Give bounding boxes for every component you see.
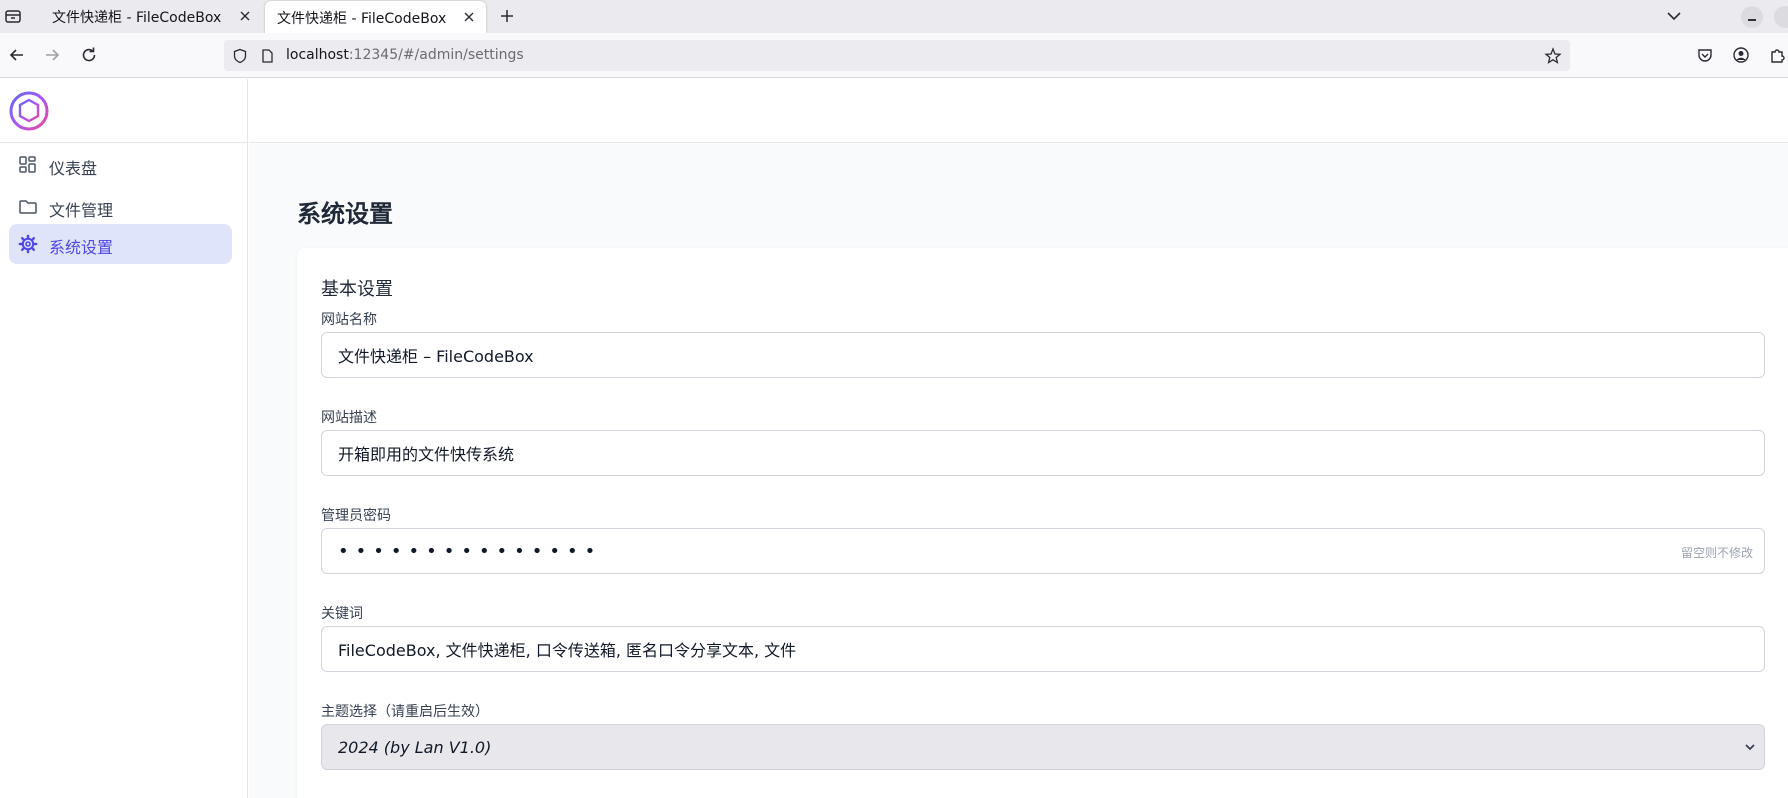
site-desc-input[interactable]: 开箱即用的文件快传系统 [321, 430, 1765, 476]
browser-nav-bar: localhost:12345/#/admin/settings [0, 33, 1788, 78]
settings-card: 基本设置 网站名称 文件快递柜 – FileCodeBox 网站描述 开箱即用的… [297, 248, 1788, 798]
password-mask: ••••••••••••••• [338, 540, 603, 562]
chevron-down-icon[interactable] [1666, 9, 1682, 23]
dashboard-icon [19, 156, 36, 173]
browser-tab-bar: 文件快递柜 - FileCodeBox 文件快递柜 - FileCodeBox [0, 0, 1788, 34]
sidebar-item-dashboard[interactable]: 仪表盘 [9, 145, 232, 185]
window-maximize-button[interactable] [1774, 6, 1788, 28]
browser-tab-1[interactable]: 文件快递柜 - FileCodeBox [34, 0, 262, 33]
site-desc-label: 网站描述 [321, 410, 377, 426]
tab-title: 文件快递柜 - FileCodeBox [52, 9, 222, 26]
account-icon[interactable] [1732, 46, 1750, 64]
pocket-icon[interactable] [1696, 46, 1714, 64]
password-hint: 留空则不修改 [1680, 546, 1753, 560]
keywords-value: FileCodeBox, 文件快递柜, 口令传送箱, 匿名口令分享文本, 文件 [338, 641, 797, 660]
close-icon[interactable] [462, 10, 476, 24]
main-content: 系统设置 基本设置 网站名称 文件快递柜 – FileCodeBox 网站描述 … [249, 144, 1788, 798]
sidebar-item-settings[interactable]: 系统设置 [9, 224, 232, 264]
bookmark-star-icon[interactable] [1544, 47, 1562, 65]
url-text[interactable]: localhost:12345/#/admin/settings [286, 47, 524, 63]
reload-icon[interactable] [80, 46, 98, 64]
admin-password-label: 管理员密码 [321, 508, 391, 524]
theme-label: 主题选择（请重启后生效） [321, 704, 489, 720]
site-name-input[interactable]: 文件快递柜 – FileCodeBox [321, 332, 1765, 378]
sidebar-item-files[interactable]: 文件管理 [9, 187, 232, 227]
url-host: localhost [286, 47, 349, 63]
shield-icon[interactable] [232, 48, 248, 64]
tab-title: 文件快递柜 - FileCodeBox [277, 10, 447, 27]
sidebar-item-label: 仪表盘 [49, 159, 98, 178]
close-icon[interactable] [238, 9, 252, 23]
keywords-input[interactable]: FileCodeBox, 文件快递柜, 口令传送箱, 匿名口令分享文本, 文件 [321, 626, 1765, 672]
keywords-label: 关键词 [321, 606, 363, 622]
folder-icon [19, 200, 37, 214]
sidebar-item-label: 系统设置 [49, 238, 114, 257]
site-desc-value: 开箱即用的文件快传系统 [338, 445, 515, 464]
browser-tab-2[interactable]: 文件快递柜 - FileCodeBox [265, 1, 486, 34]
site-name-value: 文件快递柜 – FileCodeBox [338, 347, 534, 366]
new-tab-icon[interactable] [499, 8, 515, 24]
filecodebox-logo[interactable] [9, 91, 49, 131]
page-title: 系统设置 [297, 200, 393, 228]
app-header [249, 79, 1788, 143]
url-bar[interactable]: localhost:12345/#/admin/settings [224, 40, 1570, 71]
theme-value: 2024 (by Lan V1.0) [338, 737, 492, 757]
tab-groups-icon[interactable] [4, 7, 22, 25]
sidebar-item-label: 文件管理 [49, 201, 114, 220]
site-name-label: 网站名称 [321, 312, 377, 328]
gear-icon [18, 234, 38, 254]
page-info-icon[interactable] [260, 49, 274, 63]
theme-select[interactable]: 2024 (by Lan V1.0) [321, 724, 1765, 770]
back-arrow-icon[interactable] [8, 46, 26, 64]
section-title: 基本设置 [321, 279, 393, 300]
chevron-down-icon [1745, 744, 1755, 751]
sidebar-header [0, 79, 248, 143]
extensions-icon[interactable] [1768, 46, 1786, 64]
admin-password-input[interactable]: ••••••••••••••• 留空则不修改 [321, 528, 1765, 574]
forward-arrow-icon[interactable] [43, 46, 61, 64]
url-path: :12345/#/admin/settings [348, 47, 524, 63]
window-minimize-button[interactable] [1741, 6, 1763, 28]
sidebar: 仪表盘 文件管理 系统设置 [0, 79, 248, 798]
